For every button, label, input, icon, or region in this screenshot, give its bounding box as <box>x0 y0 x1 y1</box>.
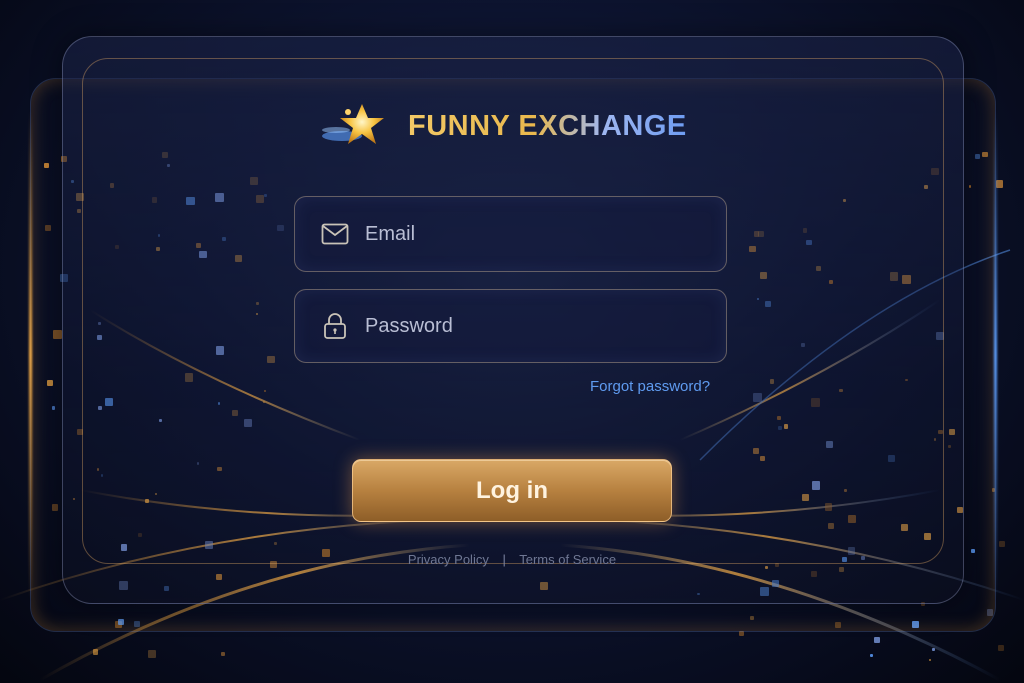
bokeh-light <box>873 637 880 644</box>
star-logo-icon <box>318 100 396 152</box>
legal-links: Privacy Policy | Terms of Service <box>0 552 1024 567</box>
lock-icon <box>319 310 351 342</box>
footer-separator: | <box>502 552 506 567</box>
email-field[interactable] <box>294 196 727 272</box>
password-field[interactable] <box>294 289 727 363</box>
login-button[interactable]: Log in <box>352 459 672 522</box>
bokeh-light <box>932 647 935 651</box>
bokeh-light <box>220 651 225 656</box>
forgot-password-link[interactable]: Forgot password? <box>590 378 710 395</box>
mail-icon <box>319 218 351 250</box>
bokeh-light <box>928 659 931 662</box>
brand-name: FUNNY EXCHANGE <box>408 109 687 142</box>
bokeh-light <box>148 649 157 658</box>
bokeh-light <box>997 645 1004 652</box>
bokeh-light <box>870 654 873 658</box>
bokeh-light <box>93 649 99 655</box>
email-input[interactable] <box>363 221 697 247</box>
terms-of-service-link[interactable]: Terms of Service <box>519 552 616 567</box>
bokeh-light <box>998 540 1005 547</box>
privacy-policy-link[interactable]: Privacy Policy <box>408 552 489 567</box>
brand-logo: FUNNY EXCHANGE <box>318 100 687 152</box>
password-input[interactable] <box>363 313 697 339</box>
